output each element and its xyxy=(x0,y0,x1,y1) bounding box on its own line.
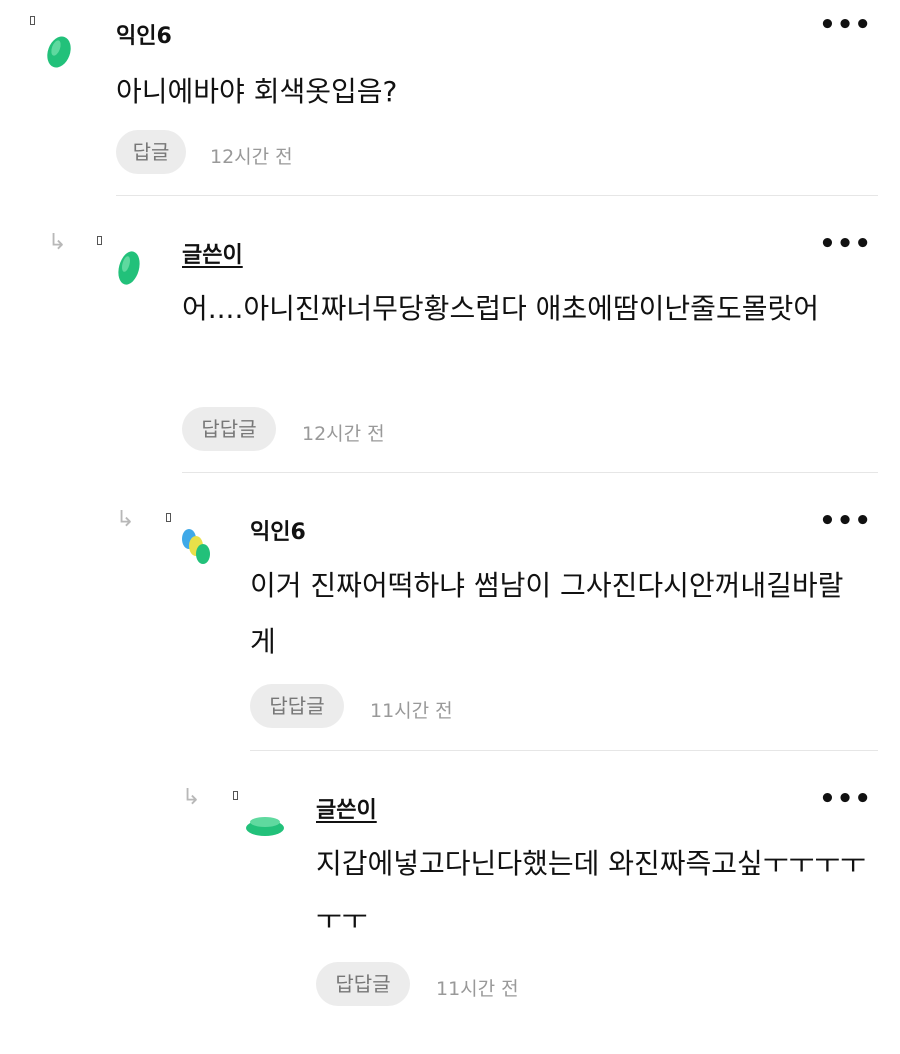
reply-arrow-icon: ↳ xyxy=(116,507,135,532)
more-icon[interactable]: ••• xyxy=(819,10,872,40)
reply-button[interactable]: 답답글 xyxy=(250,684,344,728)
comment-author[interactable]: 익인6 xyxy=(250,514,306,546)
reply-arrow-icon: ↳ xyxy=(48,230,67,255)
mini-mark-icon xyxy=(30,16,35,25)
reply-button[interactable]: 답답글 xyxy=(182,407,276,451)
divider xyxy=(116,195,878,196)
avatar-icon xyxy=(182,529,210,564)
avatar-icon xyxy=(118,251,140,285)
reply-arrow-icon: ↳ xyxy=(182,785,201,810)
comment-author[interactable]: 익인6 xyxy=(116,18,172,50)
comment-time: 11시간 전 xyxy=(436,978,519,1000)
mini-mark-icon xyxy=(97,236,102,245)
avatar-icon xyxy=(47,36,71,68)
divider xyxy=(182,472,878,473)
reply-button[interactable]: 답답글 xyxy=(316,962,410,1006)
mini-mark-icon xyxy=(233,791,238,800)
reply-button[interactable]: 답글 xyxy=(116,130,186,174)
mini-mark-icon xyxy=(166,513,171,522)
more-icon[interactable]: ••• xyxy=(819,784,872,814)
divider xyxy=(250,750,878,751)
comment-text: 지갑에넣고다닌다했는데 와진짜즉고싶ㅜㅜㅜㅜㅜㅜ xyxy=(316,847,866,936)
comment-item: ↳ 익인6 ••• 이거 진짜어떡하냐 썸남이 그사진다시안꺼내길바랄게 답답글… xyxy=(0,474,900,751)
comment-time: 12시간 전 xyxy=(302,423,385,445)
comment-item: ↳ 글쓴이 ••• 어....아니진짜너무당황스럽다 애초에땀이난줄도몰랏어 답… xyxy=(0,197,900,473)
comment-text: 아니에바야 회색옷입음? xyxy=(116,75,398,108)
more-icon[interactable]: ••• xyxy=(819,229,872,259)
more-icon[interactable]: ••• xyxy=(819,506,872,536)
avatar-icon xyxy=(246,817,284,836)
comment-text: 이거 진짜어떡하냐 썸남이 그사진다시안꺼내길바랄게 xyxy=(250,569,844,658)
comment-author[interactable]: 글쓴이 xyxy=(182,237,243,269)
comment-time: 11시간 전 xyxy=(370,700,453,722)
comment-text: 어....아니진짜너무당황스럽다 애초에땀이난줄도몰랏어 xyxy=(182,292,819,325)
comment-time: 12시간 전 xyxy=(210,146,293,168)
comment-item: 익인6 ••• 아니에바야 회색옷입음? 답글 12시간 전 xyxy=(0,0,900,196)
comment-author[interactable]: 글쓴이 xyxy=(316,792,377,824)
comment-item: ↳ 글쓴이 ••• 지갑에넣고다닌다했는데 와진짜즉고싶ㅜㅜㅜㅜㅜㅜ 답답글 1… xyxy=(0,752,900,1052)
